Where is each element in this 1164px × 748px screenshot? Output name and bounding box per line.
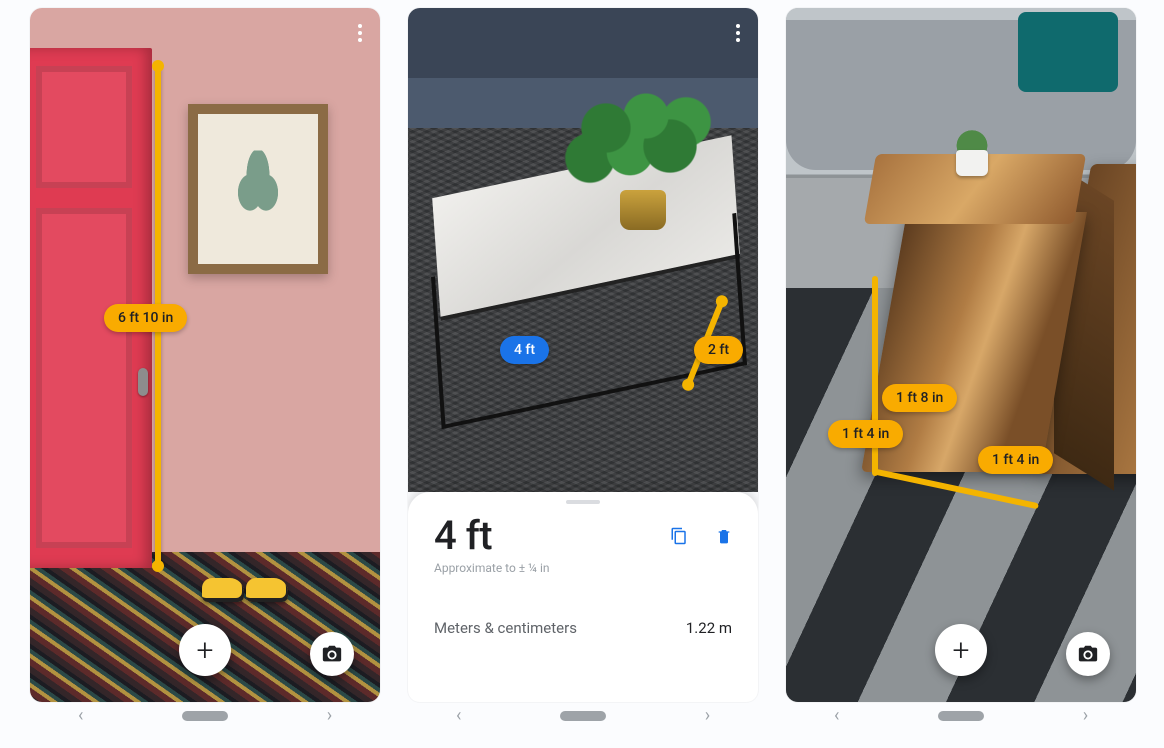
add-point-button[interactable]: + <box>179 624 231 676</box>
camera-viewport[interactable]: 1 ft 8 in 1 ft 4 in 1 ft 4 in <box>786 8 1136 702</box>
sheet-drag-handle[interactable] <box>566 500 600 504</box>
unit-value: 1.22 m <box>686 619 732 637</box>
add-point-button[interactable]: + <box>935 624 987 676</box>
unit-label: Meters & centimeters <box>434 619 577 637</box>
copy-icon <box>670 526 688 546</box>
trash-icon <box>716 526 732 546</box>
more-vert-icon <box>358 24 362 28</box>
camera-icon <box>321 643 343 665</box>
ar-measure-screen-door: 6 ft 10 in + <box>30 8 380 702</box>
phone-3: 1 ft 8 in 1 ft 4 in 1 ft 4 in + ‹ ‹ <box>786 8 1136 730</box>
plant-leaves <box>558 80 718 200</box>
ar-measure-screen-stool: 1 ft 8 in 1 ft 4 in 1 ft 4 in + <box>786 8 1136 702</box>
capture-button[interactable] <box>310 632 354 676</box>
nav-recent-icon[interactable]: ‹ <box>705 707 710 725</box>
camera-viewport[interactable]: 6 ft 10 in <box>30 8 380 702</box>
nav-recent-icon[interactable]: ‹ <box>327 707 332 725</box>
nav-recent-icon[interactable]: ‹ <box>1083 707 1088 725</box>
ar-measure-screen-table: 4 ft 2 ft 4 ft Approximate to ± ¼ in <box>408 8 758 702</box>
nav-back-icon[interactable]: ‹ <box>834 707 839 725</box>
capture-button[interactable] <box>1066 632 1110 676</box>
measurement-chip-depth[interactable]: 1 ft 4 in <box>978 446 1053 474</box>
copy-button[interactable] <box>670 526 688 546</box>
unit-conversion-row[interactable]: Meters & centimeters 1.22 m <box>434 619 732 637</box>
sheet-measurement-value: 4 ft <box>434 512 550 559</box>
nav-home-pill[interactable] <box>560 711 606 721</box>
plant-pot <box>620 190 666 230</box>
screenshot-gallery: 6 ft 10 in + ‹ ‹ <box>0 0 1164 748</box>
measurement-chip-height[interactable]: 1 ft 8 in <box>882 384 957 412</box>
android-nav-bar: ‹ ‹ <box>408 702 758 730</box>
measurement-chip-door-height[interactable]: 6 ft 10 in <box>104 304 187 332</box>
more-vert-icon <box>736 24 740 28</box>
measurement-chip-width[interactable]: 1 ft 4 in <box>828 420 903 448</box>
small-plant <box>946 130 998 176</box>
plus-icon: + <box>953 633 970 668</box>
android-nav-bar: ‹ ‹ <box>30 702 380 730</box>
overflow-menu-button[interactable] <box>736 24 740 28</box>
throw-pillow <box>1018 12 1118 92</box>
nav-home-pill[interactable] <box>182 711 228 721</box>
plus-icon: + <box>197 633 214 668</box>
picture-frame <box>188 104 328 274</box>
cactus-art <box>238 151 278 221</box>
phone-2: 4 ft 2 ft 4 ft Approximate to ± ¼ in <box>408 8 758 730</box>
measurement-detail-sheet[interactable]: 4 ft Approximate to ± ¼ in Meters & cent… <box>408 492 758 702</box>
door-handle <box>138 368 148 396</box>
shoes <box>202 558 292 602</box>
nav-back-icon[interactable]: ‹ <box>78 707 83 725</box>
measurement-chip-width[interactable]: 2 ft <box>694 336 743 364</box>
delete-button[interactable] <box>716 526 732 546</box>
android-nav-bar: ‹ ‹ <box>786 702 1136 730</box>
overflow-menu-button[interactable] <box>358 24 362 28</box>
nav-home-pill[interactable] <box>938 711 984 721</box>
measurement-chip-length-selected[interactable]: 4 ft <box>500 336 549 364</box>
phone-1: 6 ft 10 in + ‹ ‹ <box>30 8 380 730</box>
sheet-approx-note: Approximate to ± ¼ in <box>434 561 550 575</box>
camera-icon <box>1077 643 1099 665</box>
nav-back-icon[interactable]: ‹ <box>456 707 461 725</box>
potted-plant <box>558 80 718 230</box>
